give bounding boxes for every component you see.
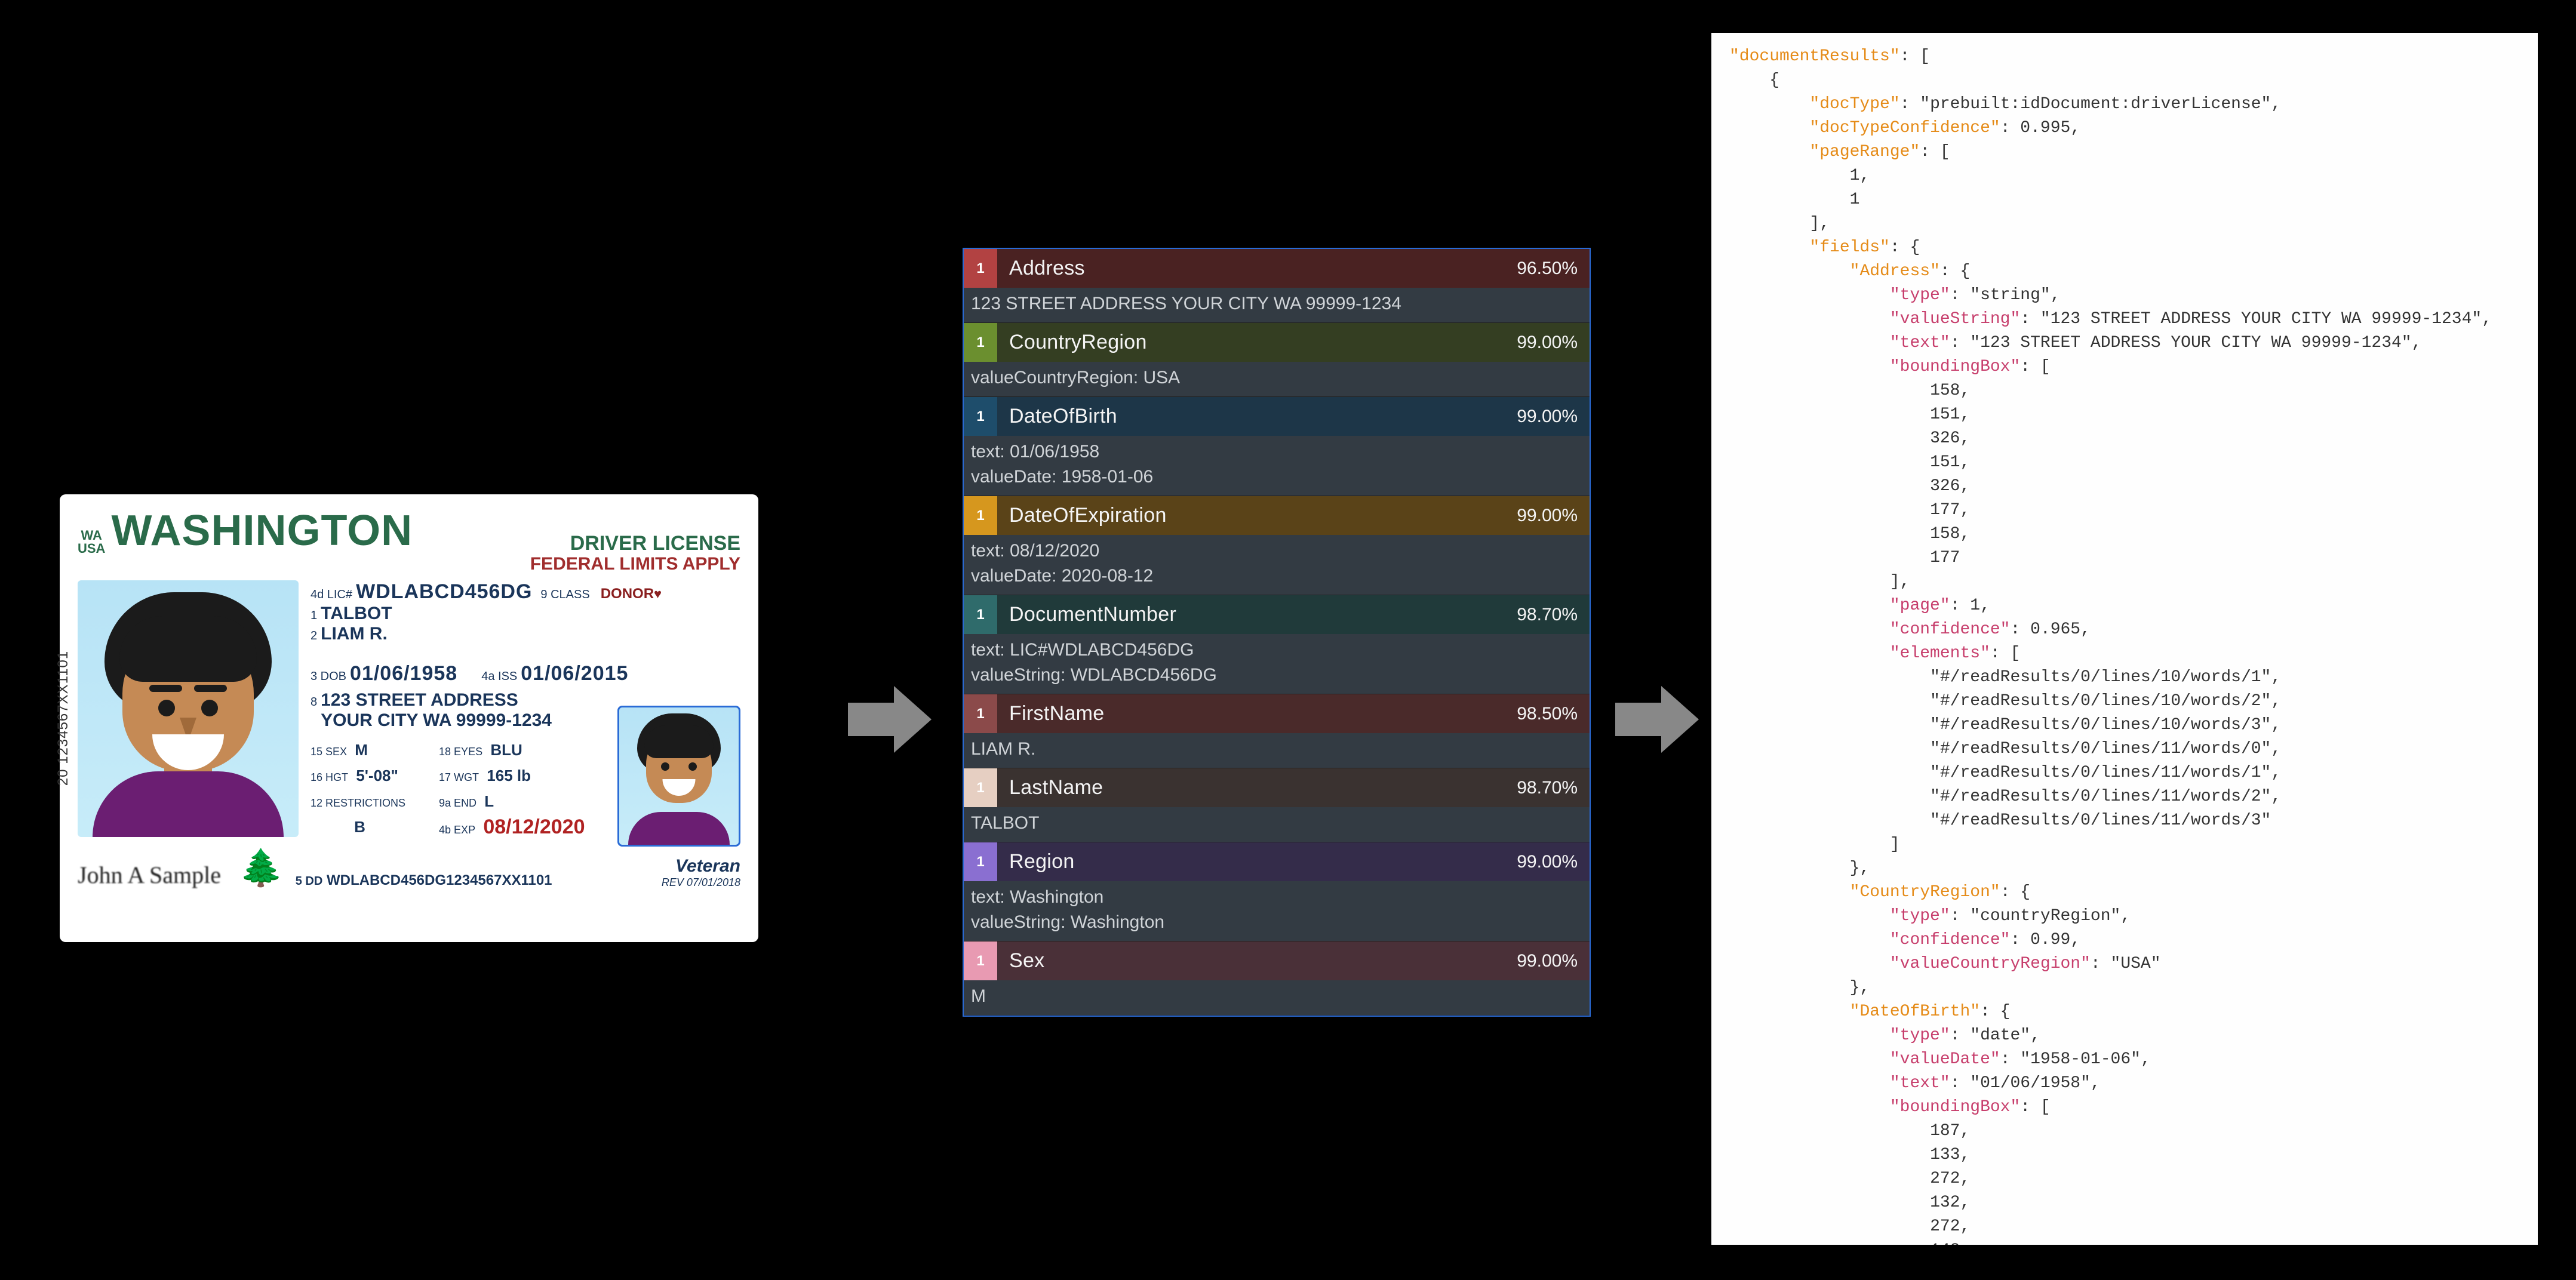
field-header: 1FirstName98.50%	[964, 694, 1590, 733]
field-confidence: 96.50%	[1517, 259, 1590, 279]
field-value: text: 01/06/1958valueDate: 1958-01-06	[964, 436, 1590, 496]
field-confidence: 98.50%	[1517, 704, 1590, 724]
field-name: Sex	[997, 949, 1517, 973]
field-name: FirstName	[997, 702, 1517, 725]
signature: John A Sample	[78, 861, 221, 889]
field-tag: 1	[964, 595, 997, 634]
expiry-date: 08/12/2020	[483, 816, 585, 838]
field-header: 1DateOfExpiration99.00%	[964, 496, 1590, 535]
field-value: text: LIC#WDLABCD456DGvalueString: WDLAB…	[964, 634, 1590, 694]
license-number: WDLABCD456DG	[356, 580, 532, 604]
field-name: LastName	[997, 776, 1517, 799]
state-name: WASHINGTON	[111, 506, 413, 555]
field-name: DocumentNumber	[997, 603, 1517, 626]
field-confidence: 99.00%	[1517, 407, 1590, 427]
field-header: 1LastName98.70%	[964, 768, 1590, 807]
field-confidence: 99.00%	[1517, 506, 1590, 526]
rev-label: REV 07/01/2018	[662, 876, 740, 889]
dd-value: WDLABCD456DG1234567XX1101	[327, 872, 552, 888]
field-name: DateOfExpiration	[997, 504, 1517, 527]
tree-icon: 🌲	[239, 847, 284, 889]
field-header: 1Sex99.00%	[964, 941, 1590, 980]
field-name: Region	[997, 850, 1517, 873]
arrow-right-icon	[1615, 684, 1699, 755]
field-header: 1DateOfBirth99.00%	[964, 397, 1590, 436]
license-photo	[78, 580, 299, 837]
donor-label: DONOR	[601, 586, 654, 602]
address-line2: YOUR CITY WA 99999-1234	[321, 710, 552, 731]
field-confidence: 99.00%	[1517, 333, 1590, 353]
field-value: M	[964, 980, 1590, 1016]
field-tag: 1	[964, 496, 997, 535]
field-value: valueCountryRegion: USA	[964, 362, 1590, 397]
last-name: TALBOT	[321, 604, 392, 624]
field-header: 1DocumentNumber98.70%	[964, 595, 1590, 634]
issue-date: 01/06/2015	[521, 662, 628, 685]
field-name: DateOfBirth	[997, 405, 1517, 428]
field-confidence: 98.70%	[1517, 778, 1590, 798]
field-confidence: 98.70%	[1517, 605, 1590, 625]
driver-license-card: 20 1234567XX1101 WA USA WASHINGTON DRIVE…	[60, 494, 758, 942]
dob: 01/06/1958	[350, 662, 457, 685]
state-abbrev: WA USA	[78, 529, 105, 555]
field-tag: 1	[964, 842, 997, 881]
address-line1: 123 STREET ADDRESS	[321, 690, 518, 710]
field-header: 1Region99.00%	[964, 842, 1590, 881]
json-output-panel: "documentResults": [ { "docType": "prebu…	[1711, 33, 2538, 1245]
col-physical-1: 15 SEX M 16 HGT 5'-08" 12 RESTRICTIONS B	[311, 738, 409, 842]
field-value: text: WashingtonvalueString: Washington	[964, 881, 1590, 941]
field-value: text: 08/12/2020valueDate: 2020-08-12	[964, 535, 1590, 595]
field-value: 123 STREET ADDRESS YOUR CITY WA 99999-12…	[964, 288, 1590, 323]
field-header: 1Address96.50%	[964, 249, 1590, 288]
field-confidence: 99.00%	[1517, 852, 1590, 872]
fields-panel: 1Address96.50%123 STREET ADDRESS YOUR CI…	[963, 248, 1591, 1017]
federal-limits: FEDERAL LIMITS APPLY	[78, 554, 740, 574]
col-physical-2: 18 EYES BLU 17 WGT 165 lb 9a END L 4b EX…	[439, 738, 585, 842]
field-header: 1CountryRegion99.00%	[964, 323, 1590, 362]
ghost-photo	[617, 706, 740, 847]
first-name: LIAM R.	[321, 624, 388, 644]
license-info: 4d LIC# WDLABCD456DG 9 CLASS DONOR ♥ 1 T…	[311, 580, 740, 842]
field-tag: 1	[964, 768, 997, 807]
field-tag: 1	[964, 249, 997, 288]
field-tag: 1	[964, 397, 997, 436]
veteran-label: Veteran	[662, 856, 740, 876]
field-tag: 1	[964, 323, 997, 362]
field-value: TALBOT	[964, 807, 1590, 842]
side-serial: 20 1234567XX1101	[55, 651, 72, 786]
arrow-right-icon	[848, 684, 932, 755]
field-name: CountryRegion	[997, 331, 1517, 354]
field-confidence: 99.00%	[1517, 951, 1590, 971]
field-name: Address	[997, 257, 1517, 280]
field-value: LIAM R.	[964, 733, 1590, 768]
heart-icon: ♥	[654, 586, 662, 602]
field-tag: 1	[964, 941, 997, 980]
field-tag: 1	[964, 694, 997, 733]
license-title: DRIVER LICENSE	[570, 523, 740, 555]
